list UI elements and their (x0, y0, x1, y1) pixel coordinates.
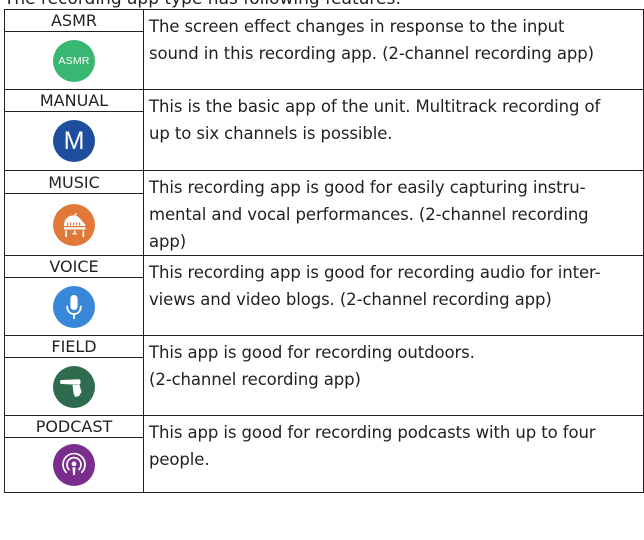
letter-m-icon: M (53, 120, 95, 162)
microphone-glyph (66, 294, 82, 319)
table-row: ASMR The screen effect changes in respon… (4, 9, 644, 90)
table-row: PODCAST This app is good for recording p… (4, 415, 644, 493)
description-line: mental and vocal performances. (2-channe… (149, 205, 589, 224)
shotgun-mic-glyph (60, 378, 82, 397)
app-icon-cell-manual: M (4, 111, 144, 171)
app-name-podcast: PODCAST (4, 415, 144, 438)
description-line: people. (149, 450, 210, 469)
podcast-icon (53, 444, 95, 486)
description-line: This recording app is good for easily ca… (149, 178, 586, 197)
manual-icon-letter: M (63, 127, 85, 155)
app-icon-cell-music (4, 193, 144, 256)
app-description-music: This recording app is good for easily ca… (143, 170, 644, 256)
app-name-field: FIELD (4, 335, 144, 358)
app-icon-cell-voice (4, 277, 144, 336)
asmr-icon-label: ASMR (58, 54, 90, 67)
app-description-voice: This recording app is good for recording… (143, 255, 644, 336)
table-row: VOICE This recording app is good for rec… (4, 255, 644, 336)
app-name-voice: VOICE (4, 255, 144, 278)
cut-off-heading-text: The recording app type has following fea… (0, 0, 644, 9)
asmr-icon: ASMR (53, 39, 95, 82)
app-name-manual: MANUAL (4, 89, 144, 112)
recording-apps-table: ASMR The screen effect changes in respon… (4, 9, 644, 493)
app-name-music: MUSIC (4, 169, 144, 195)
table-row: MANUAL This is the basic app of the unit… (4, 89, 644, 171)
description-line: This app is good for recording podcasts … (149, 423, 596, 442)
app-icon-cell-field (4, 357, 144, 416)
app-description-podcast: This app is good for recording podcasts … (143, 415, 644, 493)
description-line: sound in this recording app. (2-channel … (149, 44, 594, 63)
description-line: app) (149, 232, 187, 251)
description-line: (2-channel recording app) (149, 370, 361, 389)
app-name-asmr: ASMR (4, 9, 144, 32)
table-row: MUSIC This recording app is good for eas… (4, 169, 644, 256)
microphone-icon (53, 285, 95, 328)
description-line: This app is good for recording outdoors. (149, 343, 475, 362)
app-description-asmr: The screen effect changes in response to… (143, 9, 644, 90)
description-line: This recording app is good for recording… (149, 263, 601, 282)
description-line: This is the basic app of the unit. Multi… (149, 97, 601, 116)
description-line: up to six channels is possible. (149, 124, 393, 143)
app-icon-cell-asmr: ASMR (4, 31, 144, 90)
description-line: The screen effect changes in response to… (149, 17, 565, 36)
app-icon-cell-podcast (4, 437, 144, 493)
app-description-field: This app is good for recording outdoors.… (143, 335, 644, 416)
app-description-manual: This is the basic app of the unit. Multi… (143, 89, 644, 171)
piano-glyph (64, 212, 86, 237)
piano-icon (53, 203, 95, 246)
table-row: FIELD This app is good for recording out… (4, 335, 644, 416)
description-line: views and video blogs. (2-channel record… (149, 290, 552, 309)
podcast-glyph (62, 452, 86, 475)
shotgun-mic-icon (53, 365, 95, 408)
